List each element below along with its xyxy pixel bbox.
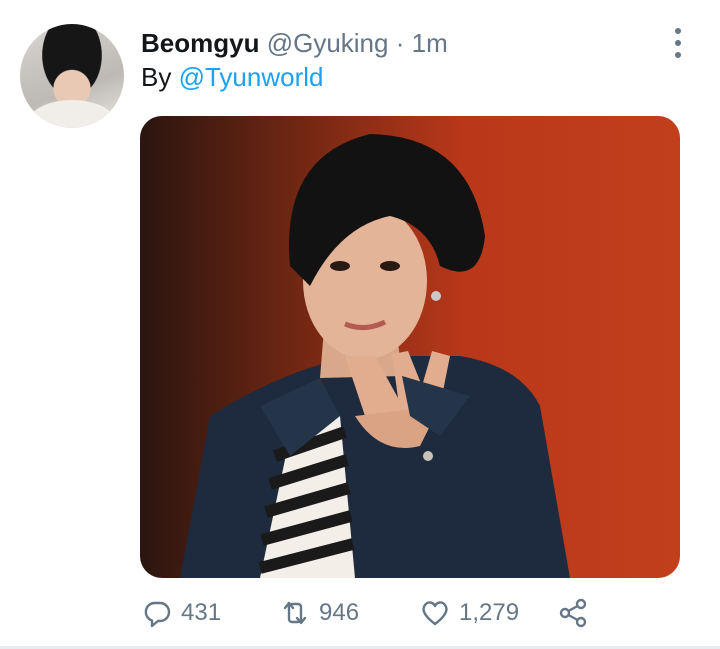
avatar-shoulders xyxy=(28,100,116,128)
reply-button[interactable]: 431 xyxy=(141,595,221,631)
share-icon xyxy=(559,598,587,628)
more-options-icon[interactable] xyxy=(668,28,688,58)
mention-link[interactable]: @Tyunworld xyxy=(179,62,324,92)
photo-illustration xyxy=(180,134,570,578)
by-prefix: By xyxy=(141,62,172,92)
more-dot xyxy=(675,28,681,34)
retweet-button[interactable]: 946 xyxy=(279,595,359,631)
reply-count: 431 xyxy=(181,599,222,626)
more-dot xyxy=(675,52,681,58)
tweet-actions: 431 946 1,279 xyxy=(141,595,621,631)
heart-icon xyxy=(422,601,448,626)
like-count: 1,279 xyxy=(459,599,520,626)
display-name[interactable]: Beomgyu xyxy=(141,28,259,58)
reply-icon xyxy=(144,601,171,628)
share-button[interactable] xyxy=(557,595,589,631)
user-handle[interactable]: @Gyuking xyxy=(267,28,389,58)
tweet-header: Beomgyu @Gyuking · 1m xyxy=(141,26,660,60)
avatar[interactable] xyxy=(20,24,124,128)
retweet-count: 946 xyxy=(319,599,360,626)
retweet-icon xyxy=(283,601,307,625)
timestamp[interactable]: 1m xyxy=(412,28,448,58)
separator-dot: · xyxy=(395,28,405,58)
like-button[interactable]: 1,279 xyxy=(419,595,519,631)
tweet-text: By @Tyunworld xyxy=(141,60,323,94)
more-dot xyxy=(675,40,681,46)
tweet-photo[interactable] xyxy=(140,116,680,578)
